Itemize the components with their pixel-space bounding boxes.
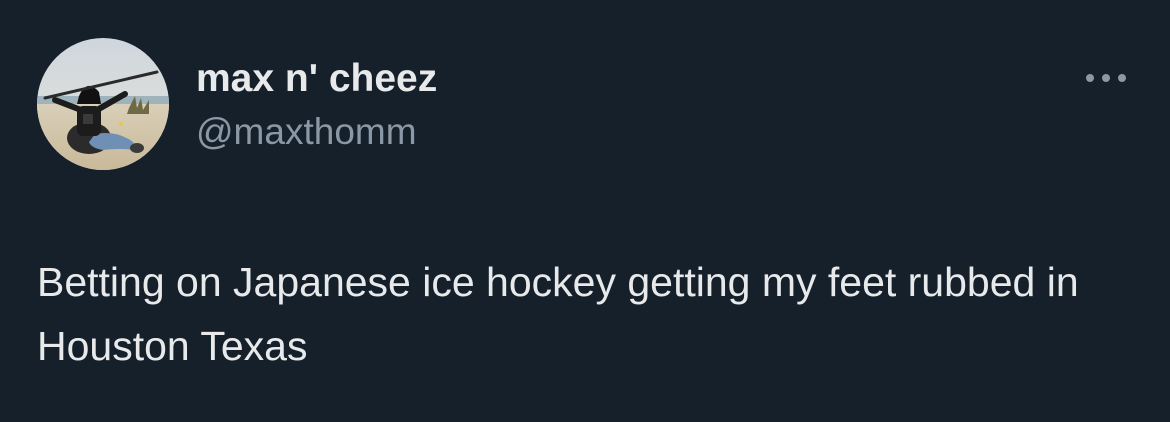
- more-options-icon: [1086, 74, 1126, 82]
- author-display-name[interactable]: max n' cheez: [196, 56, 437, 102]
- tweet-card: max n' cheez @maxthomm Betting on Japane…: [0, 0, 1170, 422]
- tweet-text: Betting on Japanese ice hockey getting m…: [37, 259, 1079, 369]
- avatar[interactable]: [37, 38, 169, 170]
- author-handle[interactable]: @maxthomm: [196, 110, 417, 154]
- avatar-photo-icon: [37, 38, 169, 170]
- more-options-button[interactable]: [1078, 60, 1134, 96]
